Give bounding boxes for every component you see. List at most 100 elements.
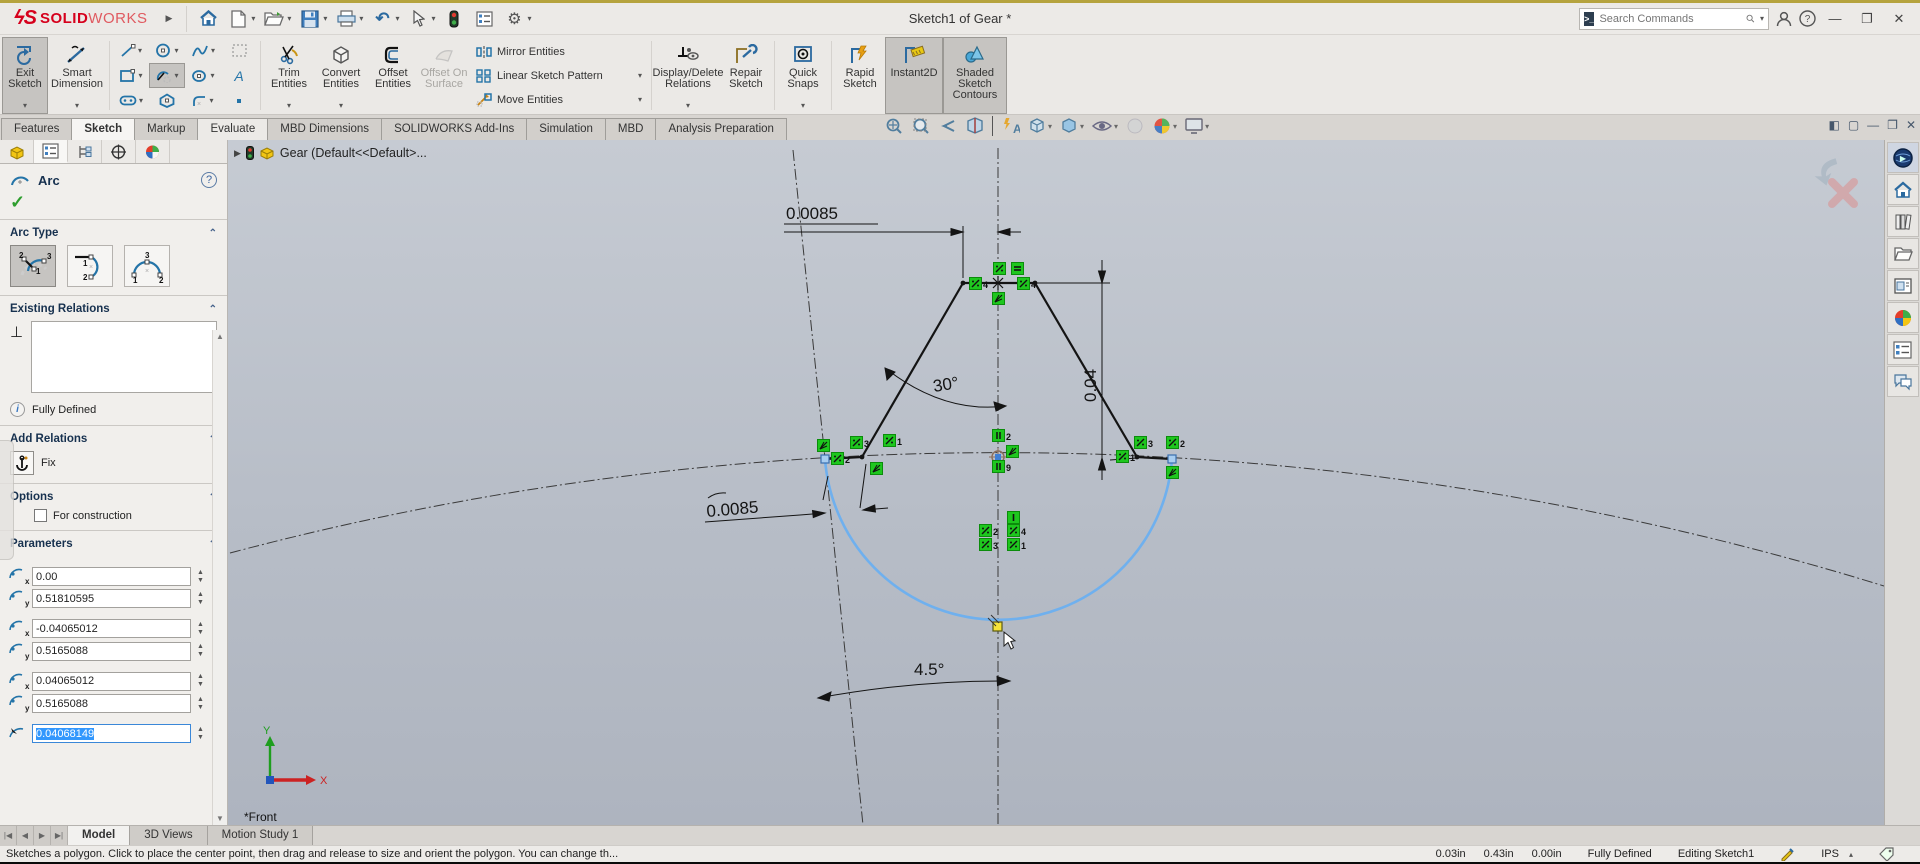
param-center-x-input[interactable]: 0.00 xyxy=(32,567,191,586)
param-spinner[interactable]: ▲▼ xyxy=(194,696,207,712)
caret-icon[interactable]: ▾ xyxy=(1205,122,1209,131)
close-button[interactable]: ✕ xyxy=(1886,7,1912,31)
caret-icon[interactable]: ▾ xyxy=(139,96,143,105)
doc-minimize-icon[interactable]: — xyxy=(1867,118,1879,132)
param-center-y-input[interactable]: 0.51810595 xyxy=(32,589,191,608)
relation-badge-slash-1[interactable]: 1 xyxy=(1007,538,1026,551)
caret-icon[interactable]: ▾ xyxy=(210,71,214,80)
dim-pitch-angle[interactable] xyxy=(818,677,1010,702)
tab-sketch[interactable]: Sketch xyxy=(71,118,135,140)
tab-evaluate[interactable]: Evaluate xyxy=(197,118,268,140)
relation-badge-slash-4[interactable]: 4 xyxy=(1007,524,1026,537)
open-button[interactable]: ▾ xyxy=(259,5,295,33)
edit-appearance-icon[interactable] xyxy=(1125,116,1145,136)
relation-badge-slash[interactable] xyxy=(993,262,1006,275)
param-spinner[interactable]: ▲▼ xyxy=(194,569,207,585)
relation-badge-fan[interactable] xyxy=(992,292,1005,305)
caret-icon[interactable]: ▾ xyxy=(359,14,363,23)
arc-tool[interactable]: ▾ xyxy=(149,63,185,88)
display-style-icon[interactable]: ▾ xyxy=(1059,116,1084,136)
undo-button[interactable]: ↶▾ xyxy=(367,5,403,33)
tab-simulation[interactable]: Simulation xyxy=(526,118,606,140)
exit-sketch-button[interactable]: Exit Sketch ▾ xyxy=(2,37,48,114)
dimxpert-tab[interactable] xyxy=(102,140,136,163)
fillet-tool[interactable]: ×▾ xyxy=(185,88,221,113)
doc-restore-icon[interactable]: ❐ xyxy=(1887,118,1898,132)
units-caret-icon[interactable]: ▴ xyxy=(1849,850,1853,859)
pane-left-icon[interactable]: ◧ xyxy=(1828,118,1839,132)
dim-tooth-height-value[interactable]: 0.04 xyxy=(1081,369,1100,402)
view-settings-icon[interactable]: ▾ xyxy=(1184,117,1209,135)
tab-scroll-next-icon[interactable]: ▶ xyxy=(34,826,51,845)
repair-sketch-button[interactable]: Repair Sketch xyxy=(721,37,771,114)
search-input[interactable] xyxy=(1599,13,1741,25)
display-delete-relations-button[interactable]: Display/Delete Relations ▾ xyxy=(655,37,721,114)
param-start-x-input[interactable]: -0.04065012 xyxy=(32,619,191,638)
relation-badge-fan[interactable] xyxy=(817,439,830,452)
caret-icon[interactable]: ▾ xyxy=(174,71,178,80)
caret-icon[interactable]: ▾ xyxy=(395,14,399,23)
tag-icon[interactable] xyxy=(1879,847,1894,861)
line-tool[interactable]: ▾ xyxy=(113,38,149,63)
relation-badge-par-2[interactable]: 2 xyxy=(992,429,1011,442)
tab-features[interactable]: Features xyxy=(1,118,72,140)
slot-tool[interactable]: ▾ xyxy=(113,88,149,113)
caret-icon[interactable]: ▾ xyxy=(287,100,291,111)
feature-manager-tab[interactable] xyxy=(0,140,34,163)
display-manager-tab[interactable] xyxy=(136,140,170,163)
sketch-canvas[interactable]: 0.0085 30° 0.04 xyxy=(228,140,1884,825)
relation-badge-fan[interactable] xyxy=(1166,466,1179,479)
relation-badge-slash-4[interactable]: 4 xyxy=(1017,277,1036,290)
forum-icon[interactable] xyxy=(1887,366,1919,397)
breadcrumb-expand-icon[interactable]: ▶ xyxy=(234,148,241,159)
instant2d-button[interactable]: Instant2D xyxy=(885,37,943,114)
graphics-viewport[interactable]: 0.0085 30° 0.04 xyxy=(228,140,1884,825)
relation-badge-slash-3[interactable]: 3 xyxy=(1134,436,1153,449)
apply-scene-icon[interactable]: ▾ xyxy=(1152,116,1177,136)
quick-snaps-button[interactable]: Quick Snaps ▾ xyxy=(778,37,828,114)
caret-icon[interactable]: ▾ xyxy=(323,14,327,23)
help-icon[interactable]: ? xyxy=(201,172,217,188)
ok-button[interactable]: ✓ xyxy=(10,192,25,212)
caret-icon[interactable]: ▾ xyxy=(1048,122,1052,131)
collapse-chevron-icon[interactable]: ⌃ xyxy=(209,228,217,239)
configuration-manager-tab[interactable] xyxy=(68,140,102,163)
point-tool[interactable] xyxy=(221,88,257,113)
param-spinner[interactable]: ▲▼ xyxy=(194,621,207,637)
pitch-circle-arc[interactable] xyxy=(230,453,1884,586)
zoom-fit-icon[interactable] xyxy=(884,116,904,136)
tab-markup[interactable]: Markup xyxy=(134,118,198,140)
tab-scroll-prev-icon[interactable]: ◀ xyxy=(17,826,34,845)
tab-analysis-preparation[interactable]: Analysis Preparation xyxy=(655,118,786,140)
relation-badge-slash-3[interactable]: 3 xyxy=(979,538,998,551)
shaded-sketch-contours-button[interactable]: Shaded Sketch Contours xyxy=(943,37,1007,114)
caret-icon[interactable]: ▾ xyxy=(1173,122,1177,131)
relation-badge-par-9[interactable]: 9 xyxy=(992,460,1011,473)
dim-top-width[interactable] xyxy=(784,224,1021,278)
ellipse-tool[interactable]: ▾ xyxy=(185,63,221,88)
relation-badge-slash-2[interactable]: 2 xyxy=(1166,436,1185,449)
for-construction-checkbox[interactable] xyxy=(34,509,47,522)
centerpoint-arc-button[interactable]: 213 xyxy=(10,245,56,287)
param-radius-r-input[interactable]: 0.04068149 xyxy=(32,724,191,743)
param-spinner[interactable]: ▲▼ xyxy=(194,726,207,742)
breadcrumb-text[interactable]: Gear (Default<<Default>... xyxy=(280,146,427,160)
confirmation-corner[interactable] xyxy=(1810,150,1870,210)
options-button[interactable]: ⚙▾ xyxy=(499,5,535,33)
file-explorer-icon[interactable] xyxy=(1887,238,1919,269)
save-button[interactable]: ▾ xyxy=(295,5,331,33)
select-button[interactable]: ▾ xyxy=(403,5,439,33)
smart-dimension-button[interactable]: Smart Dimension ▾ xyxy=(48,37,106,114)
design-library-icon[interactable] xyxy=(1887,206,1919,237)
convert-entities-button[interactable]: Convert Entities ▾ xyxy=(314,37,368,114)
caret-icon[interactable]: ▾ xyxy=(638,95,642,104)
caret-icon[interactable]: ▾ xyxy=(138,46,142,55)
unit-system[interactable]: IPS xyxy=(1821,848,1839,860)
arc-bottom-point[interactable] xyxy=(993,622,1002,631)
fix-relation-button[interactable]: Fix xyxy=(10,451,217,475)
print-button[interactable]: ▾ xyxy=(331,5,367,33)
caret-icon[interactable]: ▾ xyxy=(801,100,805,111)
relation-badge-fan[interactable] xyxy=(870,462,883,475)
resources-icon[interactable]: ▶ xyxy=(1887,142,1919,173)
caret-icon[interactable]: ▾ xyxy=(287,14,291,23)
